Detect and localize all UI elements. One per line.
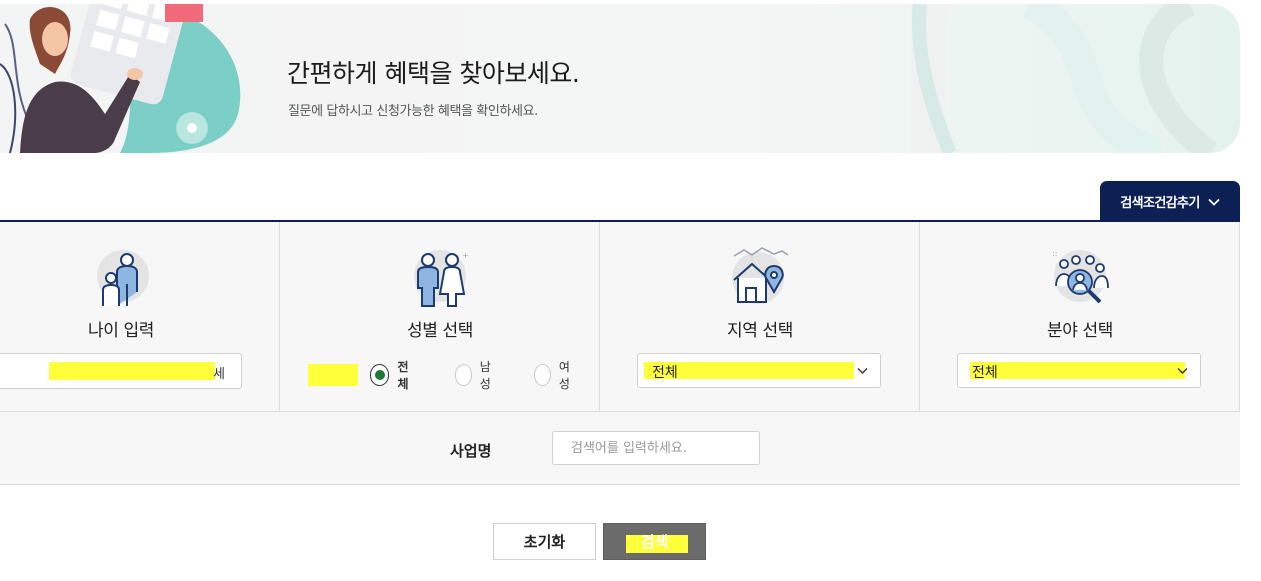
man-woman-icon: + [414, 250, 469, 307]
reset-button[interactable]: 초기화 [493, 523, 596, 560]
gender-option-all-label: 전체 [397, 360, 409, 391]
search-button[interactable]: 검색 [603, 523, 706, 560]
region-label: 지역 선택 [727, 321, 793, 341]
chevron-down-icon [1208, 198, 1220, 206]
age-unit: 세 [213, 367, 225, 382]
radio-circle[interactable] [369, 364, 390, 386]
gender-option-female[interactable]: 여성 [534, 358, 575, 392]
business-name-row: 사업명 [0, 412, 1240, 485]
region-filter: 지역 선택 전체 [600, 222, 920, 411]
region-select[interactable]: 전체 [637, 353, 881, 388]
chevron-down-icon [857, 368, 868, 374]
age-label: 나이 입력 [88, 321, 154, 341]
woman-illustration [0, 4, 241, 153]
radio-circle[interactable] [534, 364, 551, 386]
banner-title: 간편하게 혜택을 찾아보세요. [287, 59, 580, 88]
svg-text:+: + [462, 251, 469, 260]
gender-radio-group: 전체 남성 여성 [308, 358, 613, 392]
field-select[interactable]: 전체 [957, 353, 1201, 388]
age-input-highlight [49, 362, 215, 380]
people-search-icon: :: [1052, 249, 1109, 304]
banner-subtitle: 질문에 답하시고 신청가능한 혜택을 확인하세요. [288, 104, 538, 119]
filter-panel: 나이 입력 세 + 성별 선택 전체 남성 여성 지역 선택 전체:: 분야 … [0, 222, 1240, 412]
gender-option-all[interactable]: 전체 [308, 358, 417, 392]
family-icon [97, 250, 149, 306]
chevron-down-icon [1177, 368, 1188, 374]
age-input[interactable]: 세 [0, 353, 242, 389]
hero-banner: 간편하게 혜택을 찾아보세요. 질문에 답하시고 신청가능한 혜택을 확인하세요… [0, 4, 1240, 153]
banner-decoration [910, 4, 1218, 153]
gender-label: 성별 선택 [407, 321, 473, 341]
radio-highlight [308, 364, 358, 386]
gender-option-female-label: 여성 [558, 360, 570, 391]
field-select-value: 전체 [972, 365, 998, 381]
gender-filter: + 성별 선택 전체 남성 여성 [280, 222, 600, 411]
field-select-highlight [970, 362, 1185, 379]
svg-text:::: :: [1052, 249, 1057, 258]
house-location-icon [732, 247, 789, 304]
search-button-label: 검색 [640, 533, 669, 551]
business-name-input[interactable] [552, 431, 760, 465]
age-filter: 나이 입력 세 [0, 222, 280, 411]
field-label: 분야 선택 [1047, 321, 1113, 341]
radio-circle[interactable] [455, 364, 472, 386]
field-filter: :: 분야 선택 전체 [920, 222, 1240, 411]
business-name-label: 사업명 [450, 442, 492, 460]
hide-search-conditions-button[interactable]: 검색조건감추기 [1100, 181, 1240, 222]
region-select-value: 전체 [652, 365, 678, 381]
gender-option-male-label: 남성 [479, 360, 491, 391]
gender-option-male[interactable]: 남성 [455, 358, 496, 392]
toggle-label: 검색조건감추기 [1120, 196, 1200, 211]
